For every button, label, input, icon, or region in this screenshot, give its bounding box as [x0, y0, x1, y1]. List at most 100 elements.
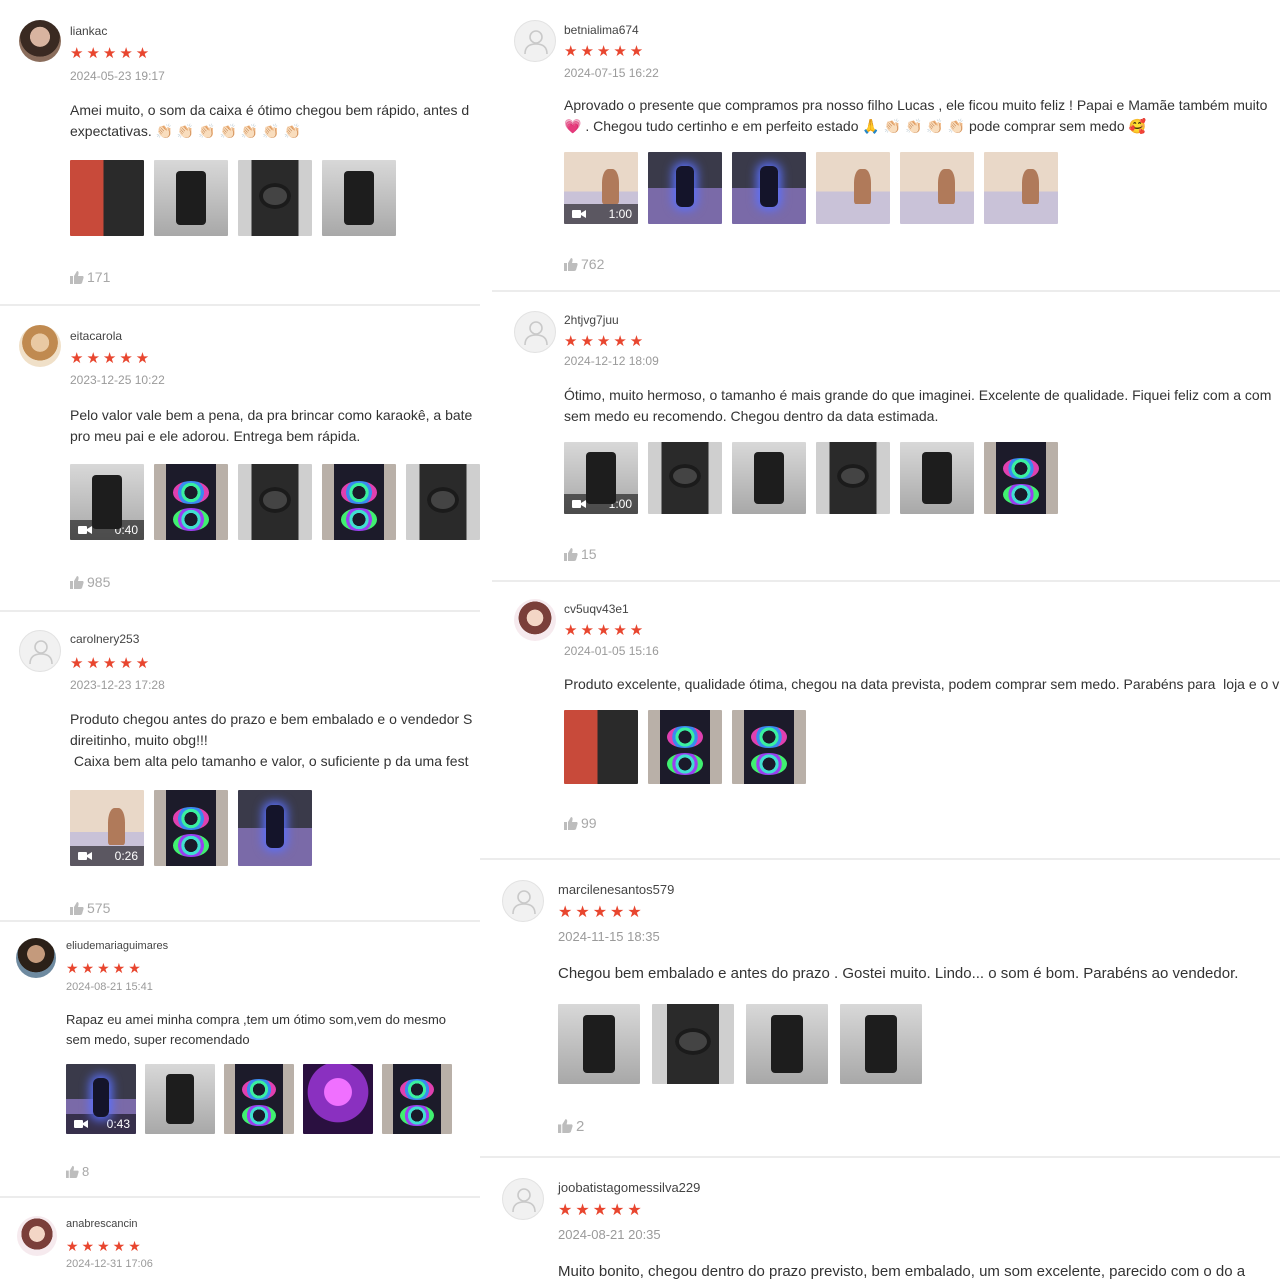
user-avatar[interactable] [16, 938, 56, 978]
review-date: 2024-08-21 15:41 [66, 981, 153, 993]
like-button[interactable]: 171 [70, 269, 110, 285]
like-button[interactable]: 985 [70, 574, 110, 590]
user-avatar[interactable] [502, 880, 544, 922]
like-button[interactable]: 15 [564, 546, 597, 562]
review-photo-thumb[interactable] [238, 464, 312, 540]
review-photo-thumb[interactable] [224, 1064, 294, 1134]
review-photo-thumb[interactable] [238, 790, 312, 866]
video-badge: 0:40 [70, 520, 144, 540]
user-avatar[interactable] [19, 630, 61, 672]
video-duration: 1:00 [608, 497, 632, 511]
review-username[interactable]: liankac [70, 24, 107, 38]
reviews-column-left: liankac ★★★★★ 2024-05-23 19:17 Amei muit… [0, 0, 480, 1280]
user-avatar[interactable] [502, 1178, 544, 1220]
video-badge: 1:00 [564, 494, 638, 514]
review-date: 2024-07-15 16:22 [564, 66, 659, 80]
thumbs-up-icon [558, 1119, 573, 1133]
review-photo-thumb[interactable] [900, 152, 974, 224]
review-username[interactable]: anabrescancin [66, 1218, 138, 1230]
review-photo-thumb[interactable] [322, 160, 396, 236]
review-card: cv5uqv43e1 ★★★★★ 2024-01-05 15:16 Produt… [480, 582, 1280, 860]
like-count: 8 [82, 1164, 90, 1179]
like-button[interactable]: 8 [66, 1164, 89, 1179]
review-photo-thumb[interactable] [406, 464, 480, 540]
review-video-thumb[interactable]: 1:00 [564, 152, 638, 224]
like-button[interactable]: 2 [558, 1118, 584, 1135]
review-video-thumb[interactable]: 0:40 [70, 464, 144, 540]
review-username[interactable]: 2htjvg7juu [564, 313, 619, 327]
review-photo-thumb[interactable] [840, 1004, 922, 1084]
review-photo-thumb[interactable] [648, 442, 722, 514]
user-icon [29, 640, 53, 665]
user-avatar[interactable] [514, 599, 556, 641]
review-photo-thumb[interactable] [816, 152, 890, 224]
review-video-thumb[interactable]: 0:43 [66, 1064, 136, 1134]
review-photo-thumb[interactable] [238, 160, 312, 236]
user-icon [524, 30, 548, 55]
video-duration: 0:40 [114, 523, 138, 537]
review-photo-thumb[interactable] [746, 1004, 828, 1084]
star-rating: ★★★★★ [66, 1238, 144, 1254]
like-button[interactable]: 575 [70, 900, 110, 916]
review-photo-thumb[interactable] [154, 464, 228, 540]
user-avatar[interactable] [514, 20, 556, 62]
review-media: 1:00 [564, 152, 1058, 224]
user-avatar[interactable] [19, 20, 61, 62]
user-avatar[interactable] [17, 1216, 57, 1256]
review-username[interactable]: eitacarola [70, 329, 122, 343]
user-icon [524, 321, 548, 346]
review-date: 2024-11-15 18:35 [558, 929, 660, 944]
review-username[interactable]: marcilenesantos579 [558, 882, 674, 897]
video-camera-icon [572, 210, 586, 218]
review-photo-thumb[interactable] [322, 464, 396, 540]
review-username[interactable]: betnialima674 [564, 23, 639, 37]
review-photo-thumb[interactable] [564, 710, 638, 784]
video-badge: 0:26 [70, 846, 144, 866]
review-photo-thumb[interactable] [732, 152, 806, 224]
review-username[interactable]: carolnery253 [70, 632, 139, 646]
review-date: 2023-12-25 10:22 [70, 373, 165, 387]
review-text: Chegou bem embalado e antes do prazo . G… [558, 965, 1239, 982]
like-button[interactable]: 762 [564, 256, 604, 272]
review-photo-thumb[interactable] [984, 442, 1058, 514]
star-rating: ★★★★★ [558, 1202, 645, 1219]
like-button[interactable]: 99 [564, 815, 597, 831]
review-username[interactable]: cv5uqv43e1 [564, 602, 629, 616]
review-photo-thumb[interactable] [145, 1064, 215, 1134]
review-photo-thumb[interactable] [558, 1004, 640, 1084]
user-avatar[interactable] [19, 325, 61, 367]
review-text: Pelo valor vale bem a pena, da pra brinc… [70, 407, 473, 444]
review-media [70, 160, 396, 236]
thumbs-up-icon [70, 576, 84, 589]
review-photo-thumb[interactable] [648, 710, 722, 784]
thumbs-up-icon [70, 271, 84, 284]
review-photo-thumb[interactable] [984, 152, 1058, 224]
review-video-thumb[interactable]: 0:26 [70, 790, 144, 866]
review-photo-thumb[interactable] [648, 152, 722, 224]
review-photo-thumb[interactable] [652, 1004, 734, 1084]
review-text: Rapaz eu amei minha compra ,tem um ótimo… [66, 1012, 447, 1047]
like-count: 171 [87, 269, 111, 285]
review-text: Ótimo, muito hermoso, o tamanho é mais g… [564, 387, 1272, 424]
review-photo-thumb[interactable] [303, 1064, 373, 1134]
review-username[interactable]: eliudemariaguimares [66, 940, 168, 952]
review-text: Produto excelente, qualidade ótima, cheg… [564, 676, 1280, 692]
review-photo-thumb[interactable] [154, 790, 228, 866]
review-video-thumb[interactable]: 1:00 [564, 442, 638, 514]
review-username[interactable]: joobatistagomessilva229 [558, 1180, 700, 1195]
thumbs-up-icon [70, 902, 84, 915]
review-photo-thumb[interactable] [732, 710, 806, 784]
star-rating: ★★★★★ [70, 350, 153, 367]
review-photo-thumb[interactable] [70, 160, 144, 236]
review-photo-thumb[interactable] [154, 160, 228, 236]
user-avatar[interactable] [514, 311, 556, 353]
review-card: joobatistagomessilva229 ★★★★★ 2024-08-21… [480, 1158, 1280, 1280]
star-rating: ★★★★★ [564, 622, 647, 639]
review-photo-thumb[interactable] [900, 442, 974, 514]
review-photo-thumb[interactable] [816, 442, 890, 514]
user-icon [512, 890, 536, 915]
review-photo-thumb[interactable] [382, 1064, 452, 1134]
review-photo-thumb[interactable] [732, 442, 806, 514]
review-card: anabrescancin ★★★★★ 2024-12-31 17:06 [0, 1198, 480, 1280]
like-count: 762 [581, 256, 605, 272]
